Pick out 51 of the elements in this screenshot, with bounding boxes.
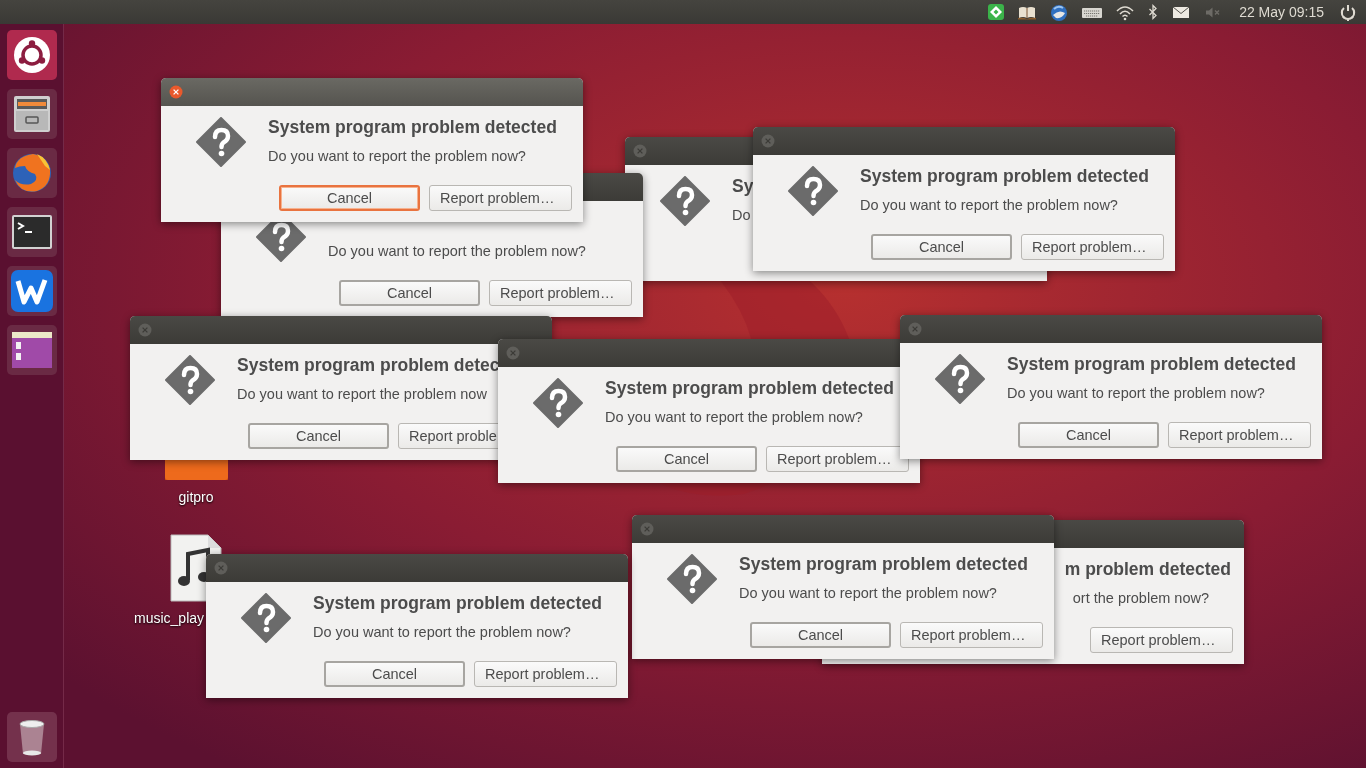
dialog-title: m problem detected	[1064, 558, 1231, 580]
dash-icon[interactable]	[6, 30, 57, 80]
dialog-title: System program problem detected	[605, 377, 894, 399]
document-app-icon[interactable]	[6, 266, 57, 316]
bluetooth-icon[interactable]	[1147, 3, 1160, 21]
dialog-title: System program problem detected	[1007, 353, 1296, 375]
dialog-title: System program problem detected	[313, 592, 602, 614]
report-button[interactable]: Report problem…	[474, 661, 617, 687]
terminal-icon[interactable]	[6, 207, 57, 257]
trash-icon[interactable]	[6, 712, 57, 762]
dialog-title: System program problem detected	[268, 116, 557, 138]
close-icon[interactable]	[169, 85, 183, 99]
dialog-message: Do you want to report the problem now?	[860, 196, 1118, 215]
dialog-title: System program problem detected	[860, 165, 1149, 187]
dialog-message: Do you want to report the problem now?	[313, 623, 571, 642]
bird-globe-icon[interactable]	[1049, 3, 1070, 21]
app-indicator-icon[interactable]	[987, 3, 1006, 21]
report-button[interactable]: Report problem…	[429, 185, 572, 211]
dialog-title: Sy	[732, 175, 754, 197]
dialog-message: Do you want to report the problem now	[237, 385, 487, 404]
cancel-button[interactable]: Cancel	[279, 185, 420, 211]
cancel-button[interactable]: Cancel	[871, 234, 1012, 260]
cancel-button[interactable]: Cancel	[324, 661, 465, 687]
wifi-icon[interactable]	[1115, 3, 1136, 21]
dialog-title: System program problem detected	[739, 553, 1028, 575]
window-icon[interactable]	[6, 325, 57, 375]
dialog-message: Do you want to report the problem now?	[1007, 384, 1265, 403]
dialog-message: Do you want to report the problem now?	[328, 242, 586, 261]
cancel-button[interactable]: Cancel	[750, 622, 891, 648]
report-button[interactable]: Report problem…	[1021, 234, 1164, 260]
dialog-message: Do you want to report the problem now?	[268, 147, 526, 166]
report-button[interactable]: Report problem…	[1168, 422, 1311, 448]
report-button[interactable]: Report problem…	[766, 446, 909, 472]
desktop-icon-label[interactable]: music_play	[134, 610, 205, 626]
file-cabinet-icon[interactable]	[6, 89, 57, 139]
cancel-button[interactable]: Cancel	[339, 280, 480, 306]
dialog-title: System program problem detec	[237, 354, 500, 376]
desktop-icon-label[interactable]: gitpro	[146, 489, 246, 505]
cancel-button[interactable]: Cancel	[616, 446, 757, 472]
report-button[interactable]: Report problem…	[900, 622, 1043, 648]
cancel-button[interactable]: Cancel	[248, 423, 389, 449]
cancel-button[interactable]: Cancel	[1018, 422, 1159, 448]
dialog-message: Do	[732, 206, 751, 225]
report-button[interactable]: Report problem…	[1090, 627, 1233, 653]
report-button[interactable]: Report problem…	[489, 280, 632, 306]
fox-globe-icon[interactable]	[6, 148, 57, 198]
dialog-message: Do you want to report the problem now?	[605, 408, 863, 427]
dialog-message: Do you want to report the problem now?	[739, 584, 997, 603]
dialog-message: ort the problem now?	[1072, 589, 1209, 608]
settings-icon[interactable]	[1338, 3, 1358, 21]
clock[interactable]: 22 May 09:15	[1239, 4, 1324, 20]
